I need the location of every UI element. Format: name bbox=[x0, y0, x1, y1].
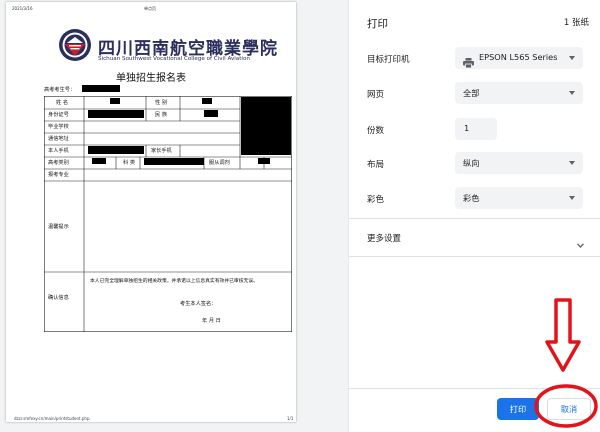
label-gender: 性 别 bbox=[155, 100, 168, 106]
divider bbox=[349, 218, 600, 219]
chevron-down-icon bbox=[569, 91, 575, 95]
preview-page: 2021/3/16 单点页 四川西南航空職業學院 Sichuan Southwe… bbox=[6, 2, 296, 422]
redaction-block bbox=[92, 158, 106, 164]
printer-value: EPSON L565 Series bbox=[479, 52, 558, 62]
redaction-block bbox=[110, 98, 120, 104]
page-footer-number: 1/1 bbox=[287, 416, 294, 421]
cancel-button[interactable]: 取消 bbox=[547, 398, 591, 420]
redaction-block bbox=[82, 85, 120, 92]
redaction-block bbox=[88, 146, 144, 154]
label-parent-phone: 家长手机 bbox=[151, 148, 172, 154]
signature-label: 考生本人签名： bbox=[180, 301, 217, 307]
declaration-text: 本人已完全理解单独招生的相关政策，并承诺以上信息真实有效并已审核无误。 bbox=[90, 279, 258, 284]
printer-select[interactable]: EPSON L565 Series bbox=[455, 47, 583, 69]
redaction-block bbox=[202, 98, 212, 104]
label-obey-adjust: 服从调剂 bbox=[209, 160, 230, 166]
photo-redaction bbox=[241, 97, 291, 155]
color-value: 彩色 bbox=[463, 193, 480, 203]
divider bbox=[349, 256, 600, 257]
label-ethnicity: 民 族 bbox=[155, 112, 168, 118]
school-name-en: Sichuan Southwest Vocational College of … bbox=[98, 56, 250, 62]
redaction-block bbox=[204, 110, 218, 117]
label-exam-category: 高考类别 bbox=[48, 160, 69, 166]
label-id-no: 身份证号 bbox=[48, 112, 69, 118]
chevron-down-icon bbox=[569, 56, 575, 60]
pages-label: 网页 bbox=[367, 90, 385, 100]
redaction-block bbox=[88, 110, 144, 118]
sheet-count: 1 张纸 bbox=[563, 18, 589, 28]
color-select[interactable]: 彩色 bbox=[455, 187, 583, 209]
panel-title: 打印 bbox=[367, 18, 388, 30]
printer-label: 目标打印机 bbox=[367, 55, 410, 65]
label-grad-school: 毕业学校 bbox=[48, 124, 69, 130]
copies-input[interactable]: 1 bbox=[455, 118, 497, 140]
layout-select[interactable]: 纵向 bbox=[455, 152, 583, 174]
printer-icon bbox=[463, 53, 474, 72]
print-settings-panel: 打印 1 张纸 目标打印机 EPSON L565 Series 网页 全部 份数… bbox=[348, 0, 600, 432]
exam-no-label: 高考考生号： bbox=[44, 87, 76, 93]
more-settings-toggle[interactable]: 更多设置 bbox=[367, 232, 401, 244]
page-header-title: 单点页 bbox=[144, 6, 156, 11]
preview-scrollbar[interactable] bbox=[336, 0, 346, 432]
layout-value: 纵向 bbox=[463, 158, 480, 168]
label-notes: 温馨提示 bbox=[48, 224, 69, 230]
copies-label: 份数 bbox=[367, 126, 385, 136]
chevron-down-icon bbox=[569, 161, 575, 165]
redaction-block bbox=[144, 158, 204, 165]
label-phone: 本人手机 bbox=[48, 148, 69, 154]
label-confirm: 确认信息 bbox=[48, 295, 69, 301]
print-button[interactable]: 打印 bbox=[497, 398, 539, 420]
copies-value: 1 bbox=[464, 123, 470, 133]
page-header-date: 2021/3/16 bbox=[12, 6, 33, 11]
redaction-block bbox=[258, 158, 270, 164]
label-subject: 科 类 bbox=[123, 160, 136, 166]
divider bbox=[349, 388, 600, 389]
form-title: 单独招生报名表 bbox=[116, 73, 186, 84]
page-footer-url: dzzr.smfexy.cn/main/printstudent.php bbox=[14, 416, 90, 421]
label-major: 报考专业 bbox=[48, 172, 69, 178]
date-label: 年 月 日 bbox=[202, 318, 221, 324]
pages-select[interactable]: 全部 bbox=[455, 82, 583, 104]
color-label: 彩色 bbox=[367, 195, 385, 205]
chevron-down-icon[interactable] bbox=[577, 233, 584, 248]
pages-value: 全部 bbox=[463, 88, 480, 98]
chevron-down-icon bbox=[569, 196, 575, 200]
layout-label: 布局 bbox=[367, 160, 385, 170]
label-address: 通信地址 bbox=[48, 136, 69, 142]
label-name: 姓 名 bbox=[56, 100, 69, 106]
school-logo bbox=[58, 28, 92, 62]
print-preview-area: 2021/3/16 单点页 四川西南航空職業學院 Sichuan Southwe… bbox=[0, 0, 348, 432]
